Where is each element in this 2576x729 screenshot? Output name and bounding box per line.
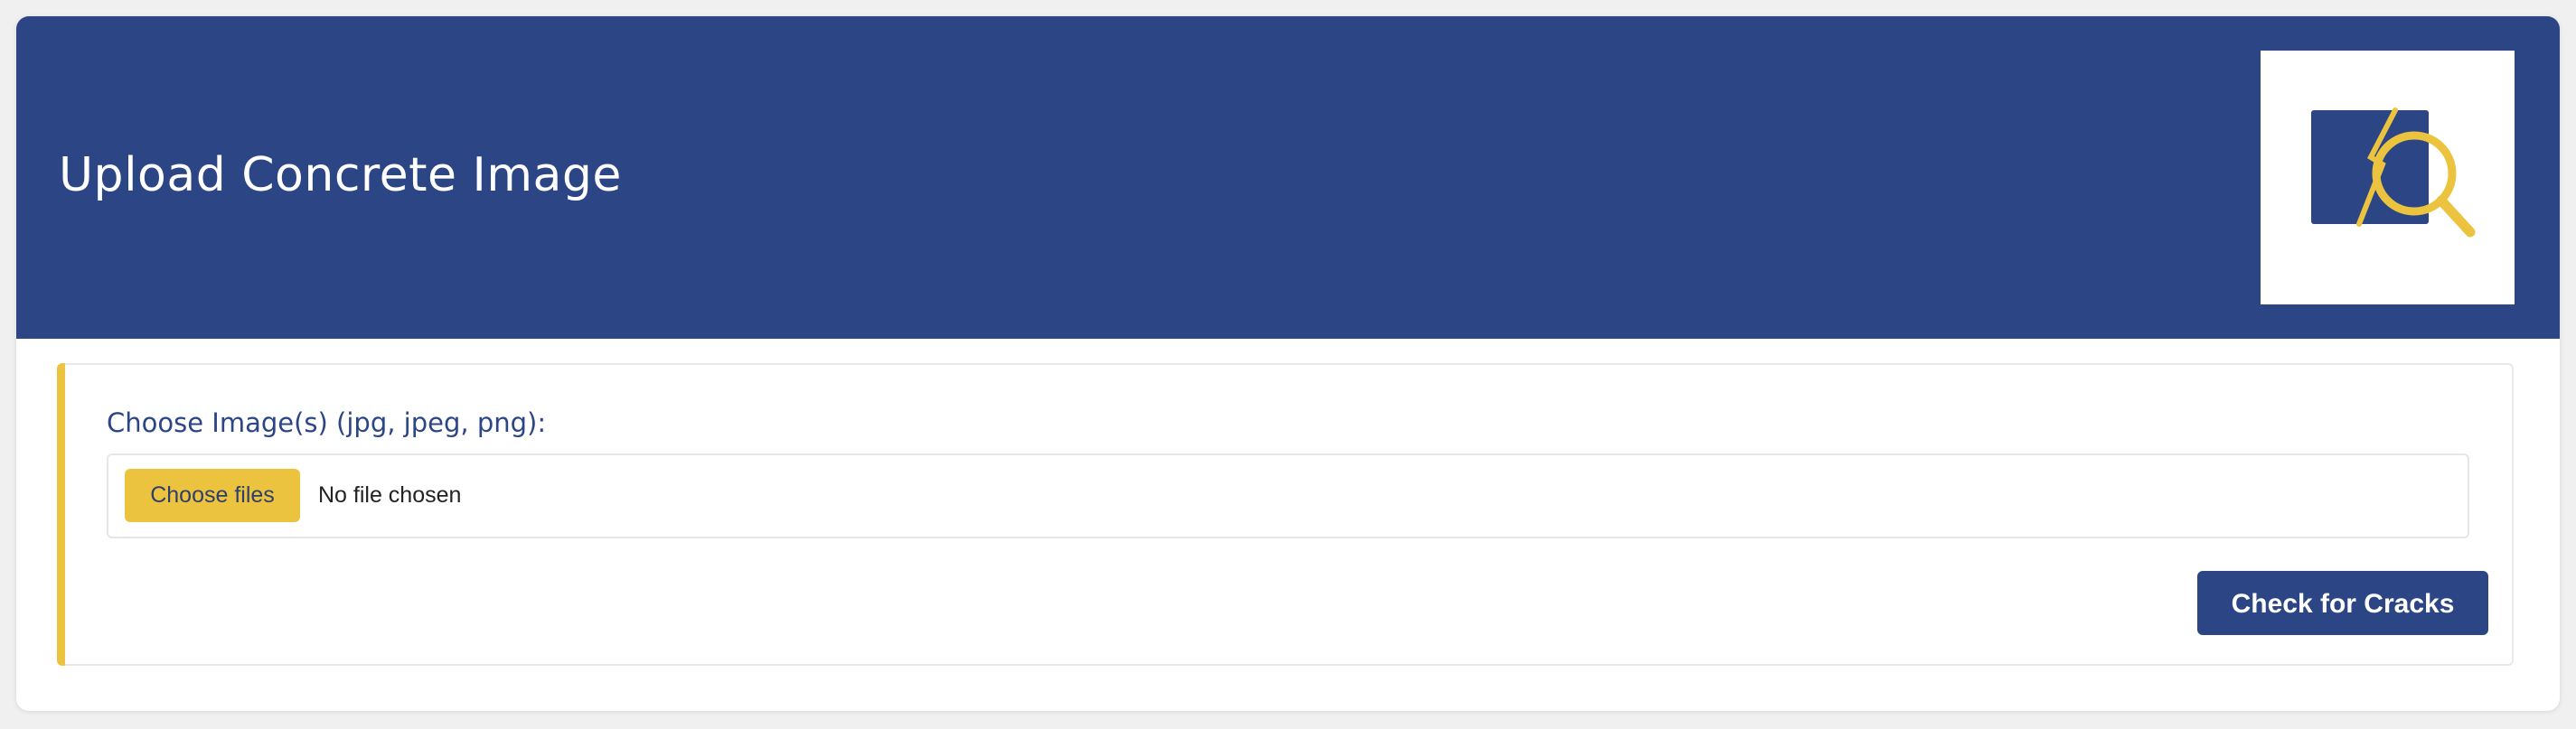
page-title: Upload Concrete Image [59,148,622,202]
file-input[interactable]: Choose files No file chosen [107,453,2469,538]
check-for-cracks-button[interactable]: Check for Cracks [2197,571,2488,635]
app-logo [2261,51,2515,304]
panel-accent-bar [57,363,65,666]
file-input-label: Choose Image(s) (jpg, jpeg, png): [107,407,547,438]
page-header: Upload Concrete Image [16,16,2560,339]
crack-magnifier-icon [2311,107,2476,238]
upload-panel: Choose Image(s) (jpg, jpeg, png): Choose… [57,363,2514,666]
choose-files-button[interactable]: Choose files [125,469,300,522]
upload-card: Upload Concrete Image Choose Image(s) (j… [16,16,2560,711]
file-status-text: No file chosen [318,482,462,508]
